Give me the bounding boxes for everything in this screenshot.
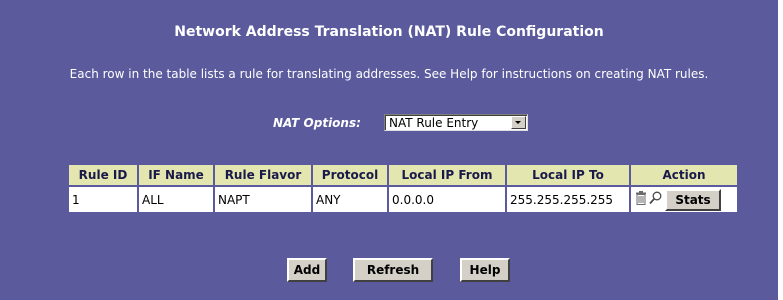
refresh-button[interactable]: Refresh [353,258,433,282]
trash-icon[interactable] [635,191,647,208]
col-rule-id: Rule ID [69,165,137,185]
col-local-ip-from: Local IP From [389,165,505,185]
cell-action: Stats [631,187,737,212]
cell-local-ip-from: 0.0.0.0 [389,187,505,212]
nat-rules-table: Rule ID IF Name Rule Flavor Protocol Loc… [67,163,739,214]
page-title: Network Address Translation (NAT) Rule C… [174,24,604,40]
cell-local-ip-to: 255.255.255.255 [507,187,629,212]
table-header-row: Rule ID IF Name Rule Flavor Protocol Loc… [69,165,737,185]
table-row: 1 ALL NAPT ANY 0.0.0.0 255.255.255.255 S… [69,187,737,212]
col-local-ip-to: Local IP To [507,165,629,185]
cell-rule-flavor: NAPT [215,187,311,212]
col-protocol: Protocol [313,165,387,185]
col-if-name: IF Name [139,165,213,185]
cell-if-name: ALL [139,187,213,212]
chevron-down-icon[interactable] [511,116,526,129]
stats-button[interactable]: Stats [665,188,721,211]
nat-options-selected-value: NAT Rule Entry [389,116,479,130]
magnifier-icon[interactable] [649,191,662,208]
cell-protocol: ANY [313,187,387,212]
page-description: Each row in the table lists a rule for t… [69,67,709,81]
col-action: Action [631,165,737,185]
nat-config-panel: Network Address Translation (NAT) Rule C… [0,0,778,300]
cell-rule-id: 1 [69,187,137,212]
add-button[interactable]: Add [287,258,327,282]
nat-options-select[interactable]: NAT Rule Entry [384,114,528,131]
nat-options-label: NAT Options: [273,116,361,130]
help-button[interactable]: Help [460,258,510,282]
col-rule-flavor: Rule Flavor [215,165,311,185]
